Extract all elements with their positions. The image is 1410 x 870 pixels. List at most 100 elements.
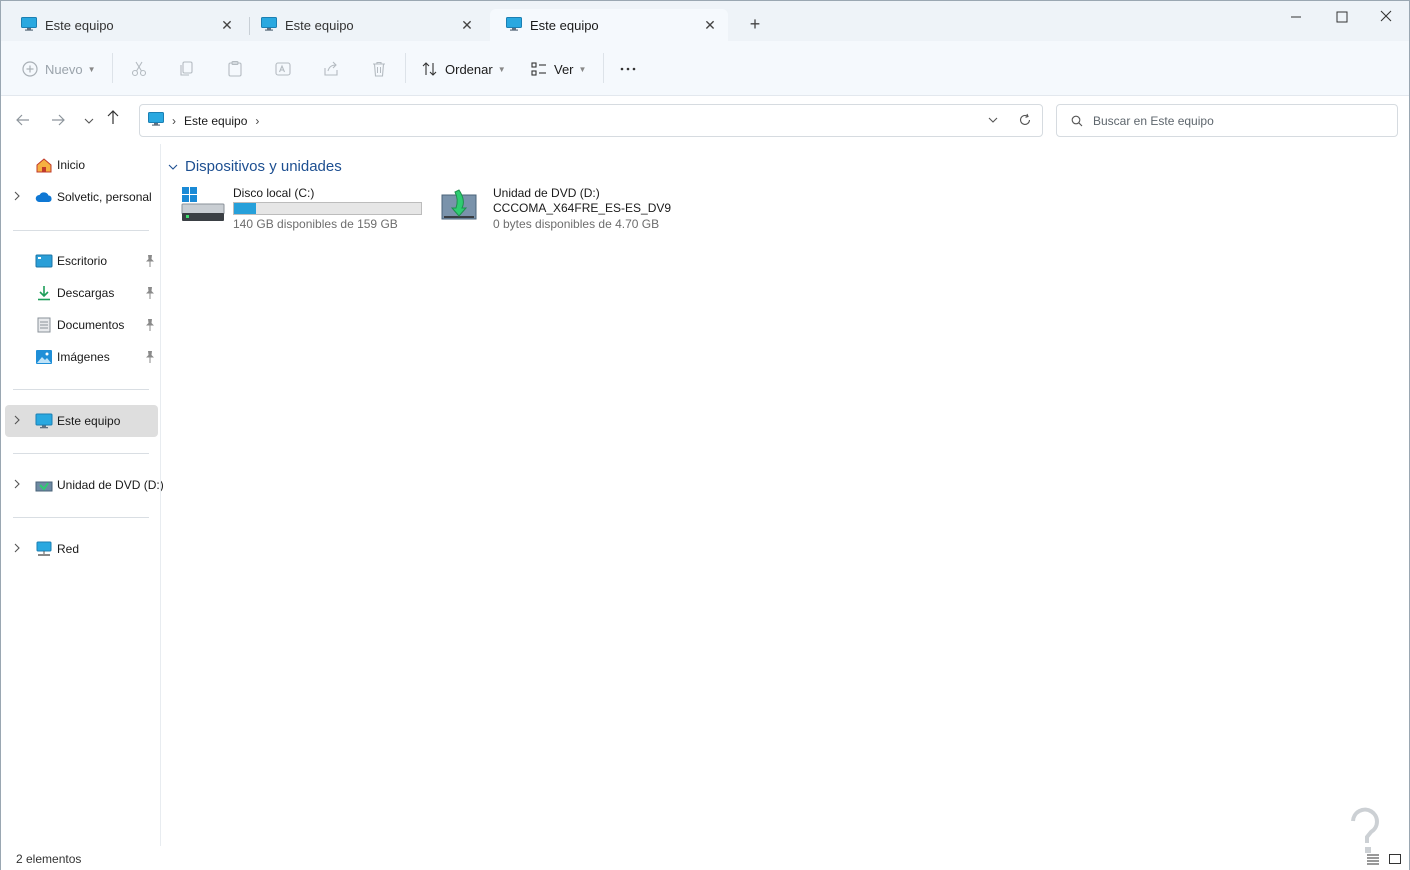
delete-button[interactable] <box>370 56 388 82</box>
up-button[interactable] <box>103 107 123 127</box>
chevron-down-icon: ▼ <box>87 64 96 74</box>
plus-circle-icon <box>22 61 38 77</box>
new-button-label: Nuevo <box>45 61 83 77</box>
sort-button[interactable]: Ordenar ▼ <box>421 56 506 82</box>
sidebar-item-label: Imágenes <box>57 350 110 364</box>
forward-button[interactable] <box>48 110 68 130</box>
chevron-right-icon[interactable] <box>13 191 23 203</box>
tab-2[interactable]: Este equipo ✕ <box>245 9 485 41</box>
close-tab-icon[interactable]: ✕ <box>702 17 718 33</box>
refresh-button[interactable] <box>1018 113 1032 127</box>
breadcrumb-chevron-icon[interactable]: › <box>255 114 259 128</box>
computer-icon <box>21 16 37 34</box>
minimize-button[interactable] <box>1273 5 1319 29</box>
drive-name: Disco local (C:) <box>233 186 315 200</box>
sidebar-item-descargas[interactable]: Descargas <box>5 277 158 309</box>
share-icon <box>324 61 338 76</box>
sidebar-item-unidad-dvd[interactable]: Unidad de DVD (D:) <box>5 469 164 501</box>
tab-strip: Este equipo ✕ Este equipo ✕ Este equipo … <box>1 1 1409 41</box>
tiles-view-button[interactable] <box>1388 852 1402 866</box>
tab-label: Este equipo <box>285 17 354 33</box>
toolbar-separator <box>603 53 604 83</box>
navigation-pane: Inicio Solvetic, personal Escritorio Des… <box>1 144 164 844</box>
recent-locations-button[interactable] <box>79 110 99 130</box>
pin-icon[interactable] <box>144 254 156 268</box>
rename-icon <box>275 62 291 76</box>
more-options-button[interactable] <box>619 56 637 82</box>
search-icon <box>1071 115 1083 126</box>
desktop-icon <box>35 253 53 269</box>
sidebar-item-este-equipo[interactable]: Este equipo <box>5 405 158 437</box>
breadcrumb-este-equipo[interactable]: Este equipo <box>184 114 247 128</box>
close-tab-icon[interactable]: ✕ <box>219 17 235 33</box>
tab-3-active[interactable]: Este equipo ✕ <box>490 9 728 41</box>
pin-icon[interactable] <box>144 318 156 332</box>
status-bar: 2 elementos <box>1 846 1409 870</box>
sidebar-item-inicio[interactable]: Inicio <box>5 149 158 181</box>
sort-button-label: Ordenar <box>445 61 493 77</box>
arrow-right-icon <box>52 114 65 126</box>
breadcrumb-chevron-icon[interactable]: › <box>172 114 176 128</box>
group-header[interactable]: Dispositivos y unidades <box>167 158 342 175</box>
watermark-logo <box>1345 807 1385 855</box>
arrow-left-icon <box>16 114 29 126</box>
sidebar-item-escritorio[interactable]: Escritorio <box>5 245 158 277</box>
address-dropdown-button[interactable] <box>986 113 1000 127</box>
cut-button[interactable] <box>130 56 148 82</box>
download-icon <box>35 285 53 301</box>
chevron-right-icon[interactable] <box>13 415 23 427</box>
sidebar-item-label: Red <box>57 542 80 556</box>
search-box[interactable] <box>1056 104 1398 137</box>
search-input[interactable] <box>1093 113 1373 128</box>
copy-button[interactable] <box>178 56 196 82</box>
sidebar-item-label: Solvetic, personal <box>57 190 152 204</box>
close-window-button[interactable] <box>1363 5 1409 29</box>
sidebar-divider <box>13 389 149 390</box>
pin-icon[interactable] <box>144 286 156 300</box>
toolbar-separator <box>112 53 113 83</box>
drive-c[interactable]: Disco local (C:) 140 GB disponibles de 1… <box>181 184 426 234</box>
close-tab-icon[interactable]: ✕ <box>459 17 475 33</box>
paste-button[interactable] <box>226 56 244 82</box>
rename-button[interactable] <box>274 56 292 82</box>
close-icon <box>1380 10 1392 22</box>
chevron-down-icon <box>988 117 998 123</box>
chevron-down-icon: ▼ <box>497 64 506 74</box>
view-button-label: Ver <box>554 61 574 77</box>
sidebar-divider <box>13 230 149 231</box>
sidebar-item-documentos[interactable]: Documentos <box>5 309 158 341</box>
more-icon <box>620 67 636 71</box>
sidebar-item-red[interactable]: Red <box>5 533 158 565</box>
disk-usage-bar <box>233 202 422 215</box>
sidebar-item-label: Escritorio <box>57 254 108 268</box>
address-bar[interactable]: › Este equipo › <box>139 104 1043 137</box>
new-tab-button[interactable]: + <box>745 15 765 35</box>
toolbar-separator <box>405 53 406 83</box>
back-button[interactable] <box>13 110 33 130</box>
sidebar-item-solvetic-personal[interactable]: Solvetic, personal <box>5 181 158 213</box>
refresh-icon <box>1019 113 1031 125</box>
address-row: › Este equipo › <box>1 96 1409 144</box>
share-button[interactable] <box>322 56 340 82</box>
tab-label: Este equipo <box>530 17 599 33</box>
computer-icon <box>506 16 522 34</box>
new-button[interactable]: Nuevo ▼ <box>21 56 96 82</box>
drive-name: Unidad de DVD (D:) <box>493 186 600 200</box>
maximize-button[interactable] <box>1319 5 1365 29</box>
drive-d-dvd[interactable]: Unidad de DVD (D:) CCCOMA_X64FRE_ES-ES_D… <box>441 184 671 234</box>
chevron-right-icon[interactable] <box>13 543 23 555</box>
computer-icon <box>148 112 164 129</box>
view-layout-icon <box>531 62 546 76</box>
view-button[interactable]: Ver ▼ <box>530 56 586 82</box>
chevron-right-icon[interactable] <box>13 479 23 491</box>
sidebar-item-label: Inicio <box>57 158 86 172</box>
tab-1[interactable]: Este equipo ✕ <box>5 9 245 41</box>
content-pane: Dispositivos y unidades Disco local (C:)… <box>161 144 1409 844</box>
dvd-drive-icon <box>441 186 485 222</box>
sidebar-item-label: Documentos <box>57 318 125 332</box>
chevron-down-icon: ▼ <box>578 64 587 74</box>
chevron-down-icon <box>168 164 178 170</box>
file-explorer-window: Este equipo ✕ Este equipo ✕ Este equipo … <box>0 0 1410 870</box>
sidebar-item-imagenes[interactable]: Imágenes <box>5 341 158 373</box>
pin-icon[interactable] <box>144 350 156 364</box>
